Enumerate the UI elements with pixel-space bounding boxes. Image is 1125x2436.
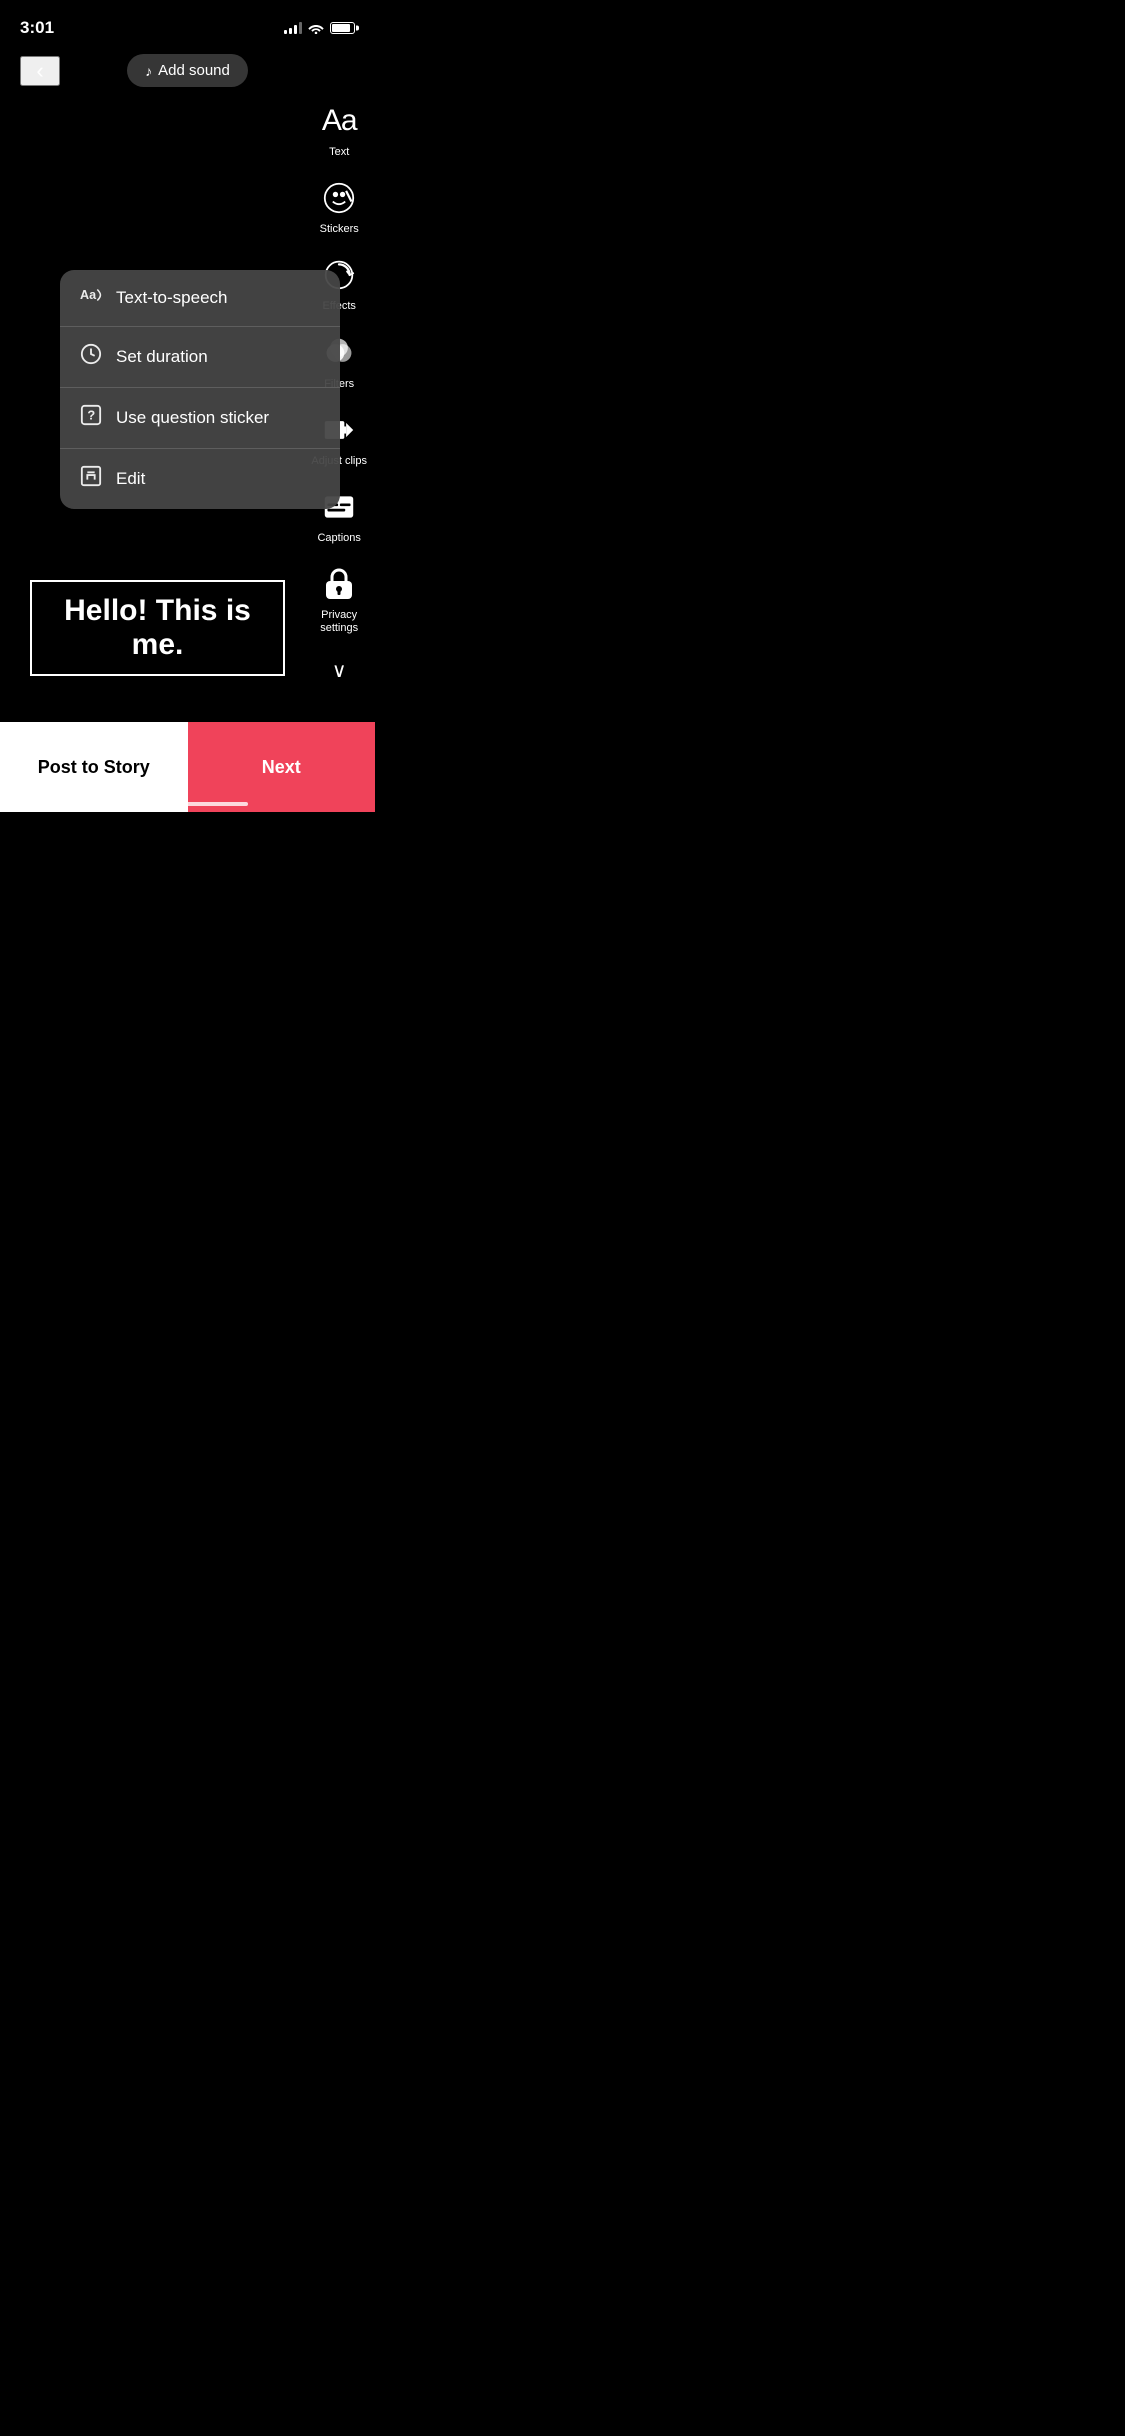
context-menu: Aa Text-to-speech Set duration ? Use que… bbox=[60, 270, 340, 509]
next-label: Next bbox=[262, 757, 301, 778]
menu-item-question-sticker[interactable]: ? Use question sticker bbox=[60, 388, 340, 449]
sidebar-label-stickers: Stickers bbox=[320, 223, 359, 236]
battery-icon bbox=[330, 22, 355, 34]
chevron-down-icon[interactable]: ∨ bbox=[332, 654, 347, 683]
privacy-icon bbox=[318, 563, 360, 605]
menu-label-duration: Set duration bbox=[116, 347, 208, 367]
sidebar-item-text[interactable]: Aa Text bbox=[318, 100, 360, 159]
status-time: 3:01 bbox=[20, 18, 54, 38]
top-bar: ‹ ♪ Add sound bbox=[0, 44, 375, 97]
home-indicator bbox=[128, 802, 248, 806]
add-sound-button[interactable]: ♪ Add sound bbox=[127, 54, 248, 87]
menu-item-set-duration[interactable]: Set duration bbox=[60, 327, 340, 388]
sidebar-item-privacy[interactable]: Privacy settings bbox=[318, 563, 360, 635]
wifi-icon bbox=[308, 22, 324, 34]
back-button[interactable]: ‹ bbox=[20, 56, 60, 86]
tts-icon: Aa bbox=[80, 286, 102, 310]
menu-item-text-to-speech[interactable]: Aa Text-to-speech bbox=[60, 270, 340, 327]
edit-icon bbox=[80, 465, 102, 493]
next-button[interactable]: Next bbox=[188, 722, 376, 812]
stickers-icon bbox=[318, 177, 360, 219]
menu-label-tts: Text-to-speech bbox=[116, 288, 228, 308]
post-story-label: Post to Story bbox=[38, 757, 150, 778]
status-icons bbox=[284, 22, 355, 34]
overlay-text: Hello! This is me. bbox=[48, 594, 267, 662]
question-sticker-icon: ? bbox=[80, 404, 102, 432]
menu-label-question: Use question sticker bbox=[116, 408, 269, 428]
svg-text:?: ? bbox=[87, 408, 95, 423]
sidebar-label-captions: Captions bbox=[317, 532, 360, 545]
music-note-icon: ♪ bbox=[145, 63, 152, 79]
status-bar: 3:01 bbox=[0, 0, 375, 44]
text-icon: Aa bbox=[318, 100, 360, 142]
signal-icon bbox=[284, 22, 302, 34]
sidebar-label-text: Text bbox=[329, 146, 349, 159]
text-overlay[interactable]: Hello! This is me. bbox=[30, 580, 285, 676]
menu-item-edit[interactable]: Edit bbox=[60, 449, 340, 509]
sidebar-label-privacy: Privacy settings bbox=[320, 609, 358, 635]
sidebar-item-stickers[interactable]: Stickers bbox=[318, 177, 360, 236]
add-sound-label: Add sound bbox=[158, 62, 230, 79]
clock-icon bbox=[80, 343, 102, 371]
menu-label-edit: Edit bbox=[116, 469, 145, 489]
bottom-bar: Post to Story Next bbox=[0, 722, 375, 812]
post-story-button[interactable]: Post to Story bbox=[0, 722, 188, 812]
svg-text:Aa: Aa bbox=[80, 288, 97, 302]
